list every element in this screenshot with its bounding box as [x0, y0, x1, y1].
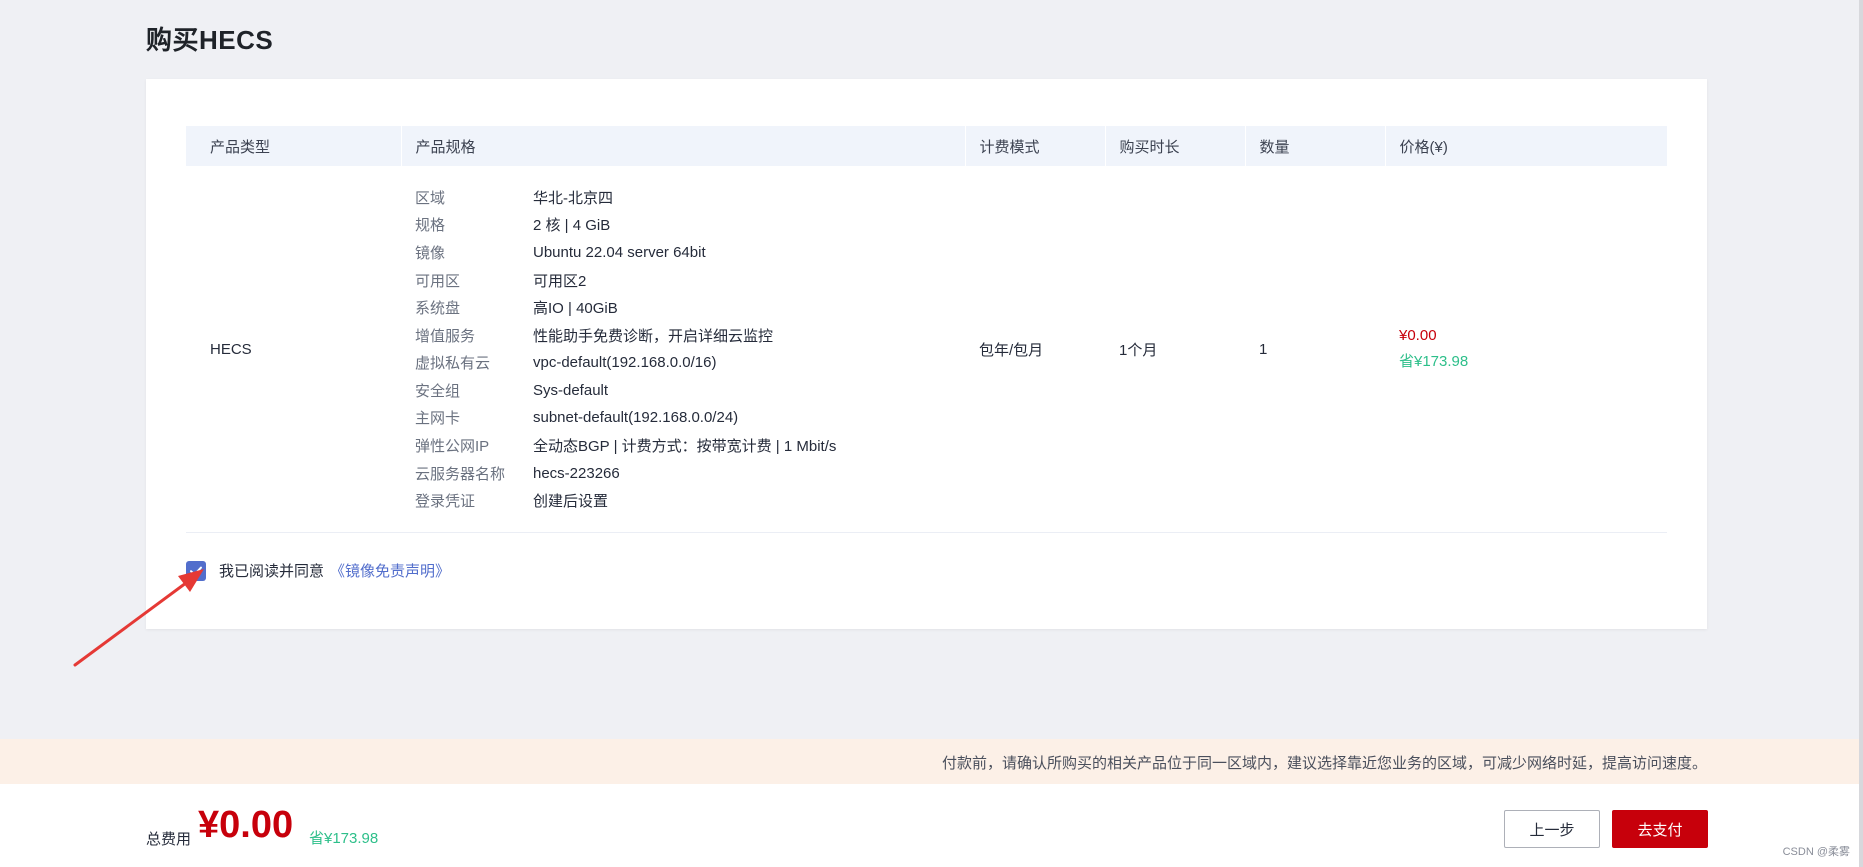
spec-value: 创建后设置: [533, 493, 609, 511]
header-product-spec: 产品规格: [401, 126, 966, 166]
cell-billing-mode: 包年/包月: [965, 166, 1105, 533]
spec-row: 增值服务 性能助手免费诊断，开启详细云监控: [415, 321, 965, 349]
spec-key: 规格: [415, 217, 446, 235]
header-product-type: 产品类型: [186, 126, 402, 166]
cell-duration: 1个月: [1105, 166, 1245, 533]
spec-row: 弹性公网IP 全动态BGP | 计费方式：按带宽计费 | 1 Mbit/s: [415, 432, 965, 460]
spec-key: 虚拟私有云: [415, 355, 491, 373]
header-duration: 购买时长: [1105, 126, 1246, 166]
disclaimer-link[interactable]: 《镜像免责声明》: [330, 560, 450, 581]
price-saving: 省¥173.98: [1399, 353, 1469, 370]
spec-row: 区域 华北-北京四: [415, 183, 965, 211]
previous-step-button[interactable]: 上一步: [1504, 810, 1600, 848]
spec-value: 可用区2: [533, 272, 587, 290]
total-saving: 省¥173.98: [309, 830, 379, 847]
spec-key: 弹性公网IP: [415, 438, 490, 456]
notice-text: 付款前，请确认所购买的相关产品位于同一区域内，建议选择靠近您业务的区域，可减少网…: [941, 755, 1707, 772]
spec-value: 高IO | 40GiB: [533, 300, 618, 318]
spec-key: 主网卡: [415, 410, 461, 428]
spec-value: 2 核 | 4 GiB: [533, 217, 611, 235]
spec-value: 华北-北京四: [533, 189, 613, 207]
spec-row: 登录凭证 创建后设置: [415, 487, 965, 515]
spec-value: 性能助手免费诊断，开启详细云监控: [533, 327, 774, 345]
spec-value: hecs-223266: [533, 464, 620, 482]
total-amount: ¥0.00: [198, 804, 294, 846]
spec-value: Sys-default: [533, 381, 609, 399]
agreement-row: 我已阅读并同意 《镜像免责声明》: [186, 560, 450, 581]
spec-row: 可用区 可用区2: [415, 266, 965, 294]
watermark: CSDN @柔雾: [1782, 846, 1850, 858]
footer-bar: 总费用 ¥0.00 省¥173.98 上一步 去支付 CSDN @柔雾: [0, 784, 1863, 867]
total-label: 总费用: [146, 831, 192, 848]
pay-button[interactable]: 去支付: [1612, 810, 1708, 848]
cell-product-spec: 区域 华北-北京四规格 2 核 | 4 GiB 镜像 Ubuntu 22.04 serv…: [401, 166, 965, 533]
spec-key: 可用区: [415, 272, 461, 290]
spec-row: 规格 2 核 | 4 GiB: [415, 211, 965, 239]
agreement-checkbox[interactable]: [186, 560, 206, 581]
spec-key: 系统盘: [415, 300, 461, 318]
header-billing-mode: 计费模式: [965, 126, 1106, 166]
spec-value: subnet-default(192.168.0.0/24): [533, 409, 739, 427]
scrollbar[interactable]: [1859, 0, 1863, 867]
order-table: 产品类型 产品规格 计费模式 购买时长 数量 价格(¥) HECS 区域 华北-北…: [186, 126, 1668, 533]
spec-row: 镜像 Ubuntu 22.04 server 64bit: [415, 239, 965, 267]
spec-row: 主网卡 subnet-default(192.168.0.0/24): [415, 404, 965, 432]
order-card: 产品类型 产品规格 计费模式 购买时长 数量 价格(¥) HECS 区域 华北-北…: [146, 79, 1707, 629]
spec-value: Ubuntu 22.04 server 64bit: [533, 243, 706, 261]
spec-key: 区域: [415, 189, 446, 207]
spec-row: 云服务器名称 hecs-223266: [415, 459, 965, 487]
spec-row: 系统盘 高IO | 40GiB: [415, 294, 965, 322]
check-icon: [190, 566, 202, 576]
spec-key: 镜像: [415, 244, 446, 262]
header-quantity: 数量: [1245, 126, 1386, 166]
price-value: ¥0.00: [1399, 327, 1437, 344]
header-price: 价格(¥): [1385, 126, 1668, 166]
spec-row: 安全组 Sys-default: [415, 377, 965, 405]
notice-bar: 付款前，请确认所购买的相关产品位于同一区域内，建议选择靠近您业务的区域，可减少网…: [0, 739, 1863, 784]
table-header-row: 产品类型 产品规格 计费模式 购买时长 数量 价格(¥): [186, 126, 1668, 166]
spec-row: 虚拟私有云 vpc-default(192.168.0.0/16): [415, 349, 965, 377]
table-row: HECS 区域 华北-北京四规格 2 核 | 4 GiB 镜像 Ubuntu 22.04…: [186, 166, 1667, 533]
spec-key: 云服务器名称: [415, 465, 506, 483]
spec-value: vpc-default(192.168.0.0/16): [533, 354, 717, 372]
cell-price: ¥0.00 省¥173.98: [1385, 166, 1667, 533]
spec-key: 安全组: [415, 382, 461, 400]
spec-key: 登录凭证: [415, 493, 476, 511]
agreement-label: 我已阅读并同意: [219, 563, 325, 580]
cell-product-type: HECS: [186, 166, 401, 533]
spec-key: 增值服务: [415, 327, 476, 345]
spec-value: 全动态BGP | 计费方式：按带宽计费 | 1 Mbit/s: [533, 438, 837, 456]
spec-list: 区域 华北-北京四规格 2 核 | 4 GiB 镜像 Ubuntu 22.04 serv…: [401, 169, 965, 528]
cell-quantity: 1: [1245, 166, 1385, 533]
page-title: 购买HECS: [146, 25, 274, 55]
